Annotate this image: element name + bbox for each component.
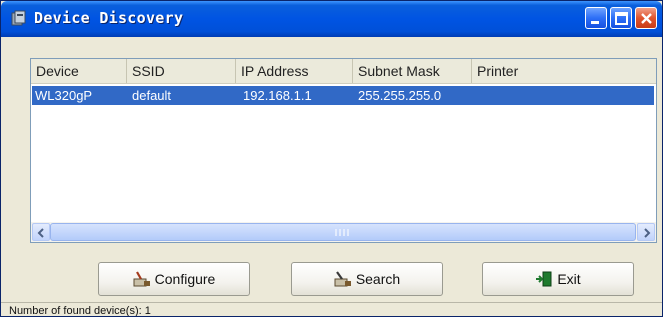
scroll-right-button[interactable] [637, 223, 655, 241]
scroll-left-button[interactable] [32, 223, 50, 241]
cell-ip-address: 192.168.1.1 [243, 88, 312, 103]
maximize-button[interactable] [610, 7, 632, 29]
column-header-printer[interactable]: Printer [472, 59, 656, 83]
minimize-icon [591, 21, 599, 24]
window-title: Device Discovery [34, 9, 184, 27]
cell-subnet-mask: 255.255.255.0 [358, 88, 442, 103]
grip-icon [335, 229, 349, 236]
configure-label: Configure [154, 271, 216, 287]
status-bar: Number of found device(s): 1 [1, 302, 662, 317]
column-header-subnet-mask[interactable]: Subnet Mask [353, 59, 472, 83]
search-label: Search [355, 271, 401, 287]
search-button[interactable]: Search [291, 262, 443, 296]
column-header-ssid[interactable]: SSID [127, 59, 236, 83]
column-header-ip-address[interactable]: IP Address [236, 59, 353, 83]
maximize-icon [615, 12, 628, 25]
search-icon [334, 271, 351, 287]
close-icon [641, 13, 652, 24]
list-header: Device SSID IP Address Subnet Mask Print… [31, 59, 656, 84]
close-button[interactable] [635, 7, 657, 29]
device-discovery-window: Device Discovery Device SSID IP Address … [0, 0, 663, 317]
column-header-device[interactable]: Device [31, 59, 127, 83]
exit-button[interactable]: Exit [482, 262, 634, 296]
device-list[interactable]: Device SSID IP Address Subnet Mask Print… [30, 58, 657, 243]
title-bar[interactable]: Device Discovery [1, 1, 662, 37]
cell-ssid: default [132, 88, 172, 103]
chevron-left-icon [37, 228, 44, 238]
exit-door-icon [536, 271, 552, 287]
exit-label: Exit [557, 271, 581, 287]
scrollbar-thumb[interactable] [50, 223, 636, 241]
horizontal-scrollbar[interactable] [31, 222, 656, 242]
configure-button[interactable]: Configure [98, 262, 250, 296]
cell-device: WL320gP [35, 88, 93, 103]
table-row[interactable]: WL320gP default 192.168.1.1 255.255.255.… [32, 86, 654, 105]
configure-icon [133, 271, 150, 287]
status-text: Number of found device(s): 1 [9, 305, 151, 317]
minimize-button[interactable] [585, 7, 607, 29]
chevron-right-icon [644, 228, 651, 238]
app-icon [11, 10, 26, 26]
